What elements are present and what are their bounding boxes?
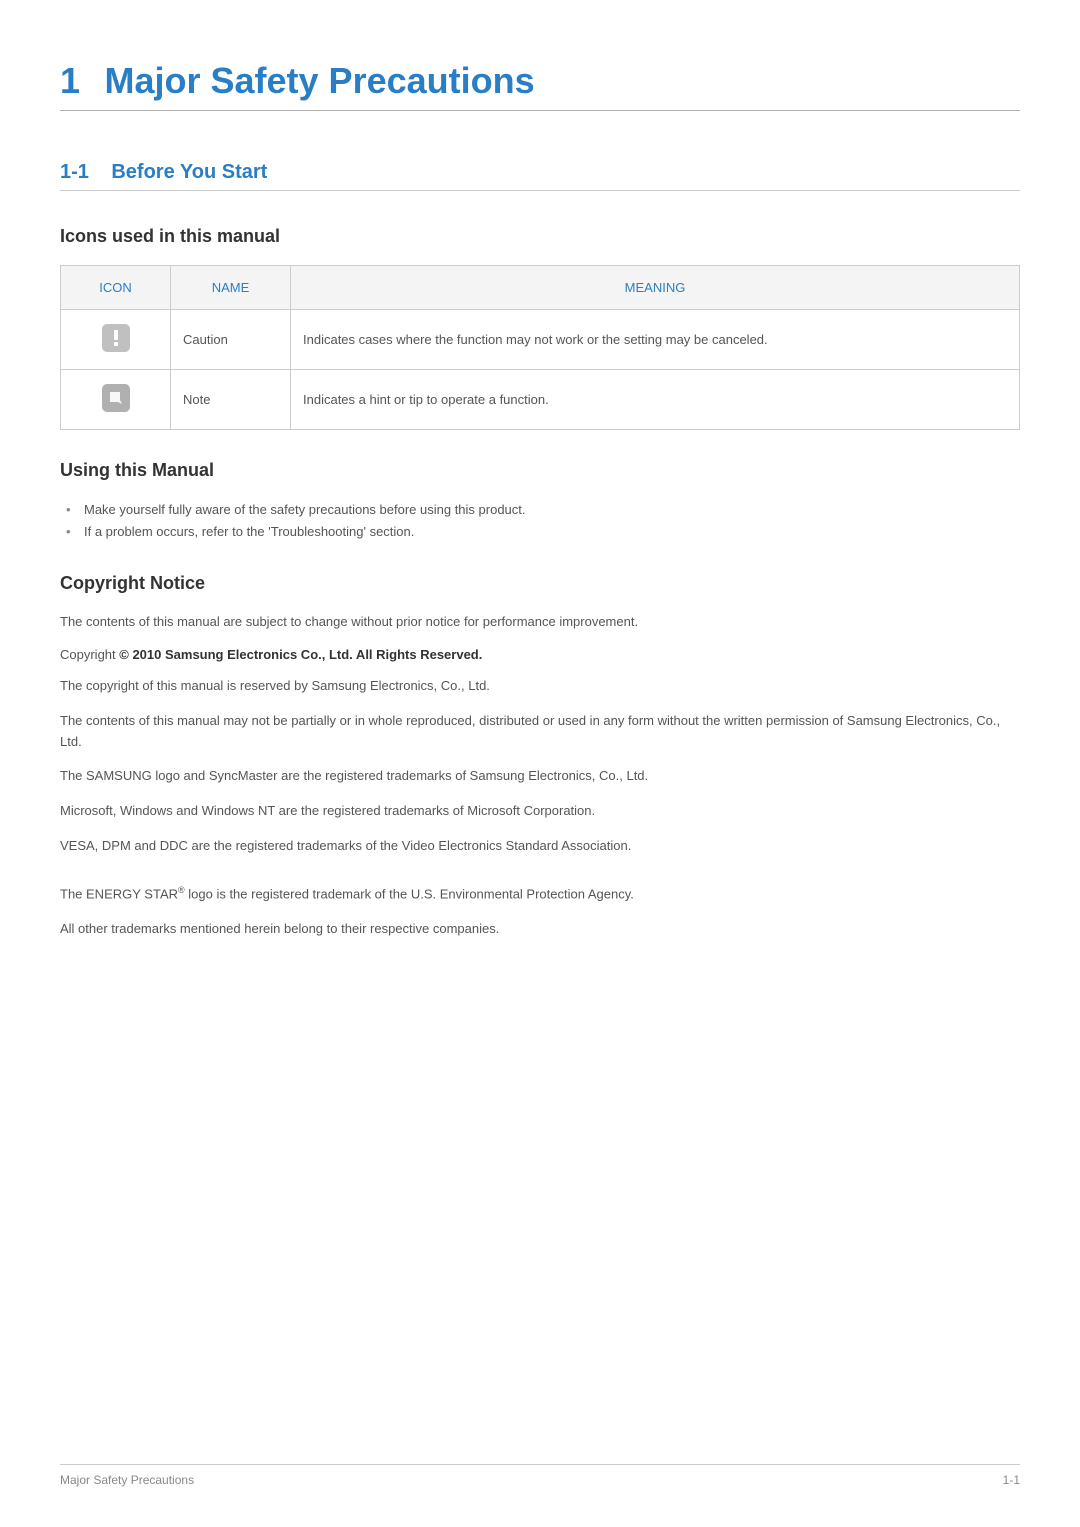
meaning-cell: Indicates cases where the function may n…: [291, 310, 1020, 370]
caution-icon: [102, 324, 130, 352]
copyright-intro: The contents of this manual are subject …: [60, 612, 1020, 633]
list-item: If a problem occurs, refer to the 'Troub…: [60, 521, 1020, 543]
copyright-prefix: Copyright: [60, 647, 119, 662]
paragraph: The copyright of this manual is reserved…: [60, 676, 1020, 697]
table-header-row: ICON NAME MEANING: [61, 266, 1020, 310]
copyright-line: Copyright © 2010 Samsung Electronics Co.…: [60, 647, 1020, 662]
header-meaning: MEANING: [291, 266, 1020, 310]
icon-cell-note: [61, 370, 171, 430]
paragraph: All other trademarks mentioned herein be…: [60, 919, 1020, 940]
energy-star-post: logo is the registered trademark of the …: [185, 886, 634, 901]
copyright-bold-text: 2010 Samsung Electronics Co., Ltd. All R…: [129, 647, 483, 662]
copyright-heading: Copyright Notice: [60, 573, 1020, 594]
chapter-title: Major Safety Precautions: [104, 60, 534, 101]
icons-table: ICON NAME MEANING Caution Indicates case…: [60, 265, 1020, 430]
paragraph: The contents of this manual may not be p…: [60, 711, 1020, 753]
footer-right: 1-1: [1003, 1473, 1020, 1487]
footer-left: Major Safety Precautions: [60, 1473, 194, 1487]
section-heading: 1-1 Before You Start: [60, 161, 1020, 191]
copyright-symbol: ©: [119, 647, 129, 662]
paragraph: VESA, DPM and DDC are the registered tra…: [60, 836, 1020, 857]
chapter-heading: 1 Major Safety Precautions: [60, 60, 1020, 111]
section-number: 1-1: [60, 161, 89, 183]
list-item: Make yourself fully aware of the safety …: [60, 499, 1020, 521]
energy-star-pre: The ENERGY STAR: [60, 886, 178, 901]
name-cell: Caution: [171, 310, 291, 370]
meaning-cell: Indicates a hint or tip to operate a fun…: [291, 370, 1020, 430]
using-manual-heading: Using this Manual: [60, 460, 1020, 481]
table-row: Note Indicates a hint or tip to operate …: [61, 370, 1020, 430]
header-name: NAME: [171, 266, 291, 310]
name-cell: Note: [171, 370, 291, 430]
paragraph: The SAMSUNG logo and SyncMaster are the …: [60, 766, 1020, 787]
header-icon: ICON: [61, 266, 171, 310]
chapter-number: 1: [60, 60, 80, 101]
paragraph: Microsoft, Windows and Windows NT are th…: [60, 801, 1020, 822]
using-manual-list: Make yourself fully aware of the safety …: [60, 499, 1020, 543]
icons-used-heading: Icons used in this manual: [60, 226, 1020, 247]
energy-star-paragraph: The ENERGY STAR® logo is the registered …: [60, 883, 1020, 905]
icon-cell-caution: [61, 310, 171, 370]
table-row: Caution Indicates cases where the functi…: [61, 310, 1020, 370]
note-icon: [102, 384, 130, 412]
section-title: Before You Start: [111, 161, 267, 183]
page-footer: Major Safety Precautions 1-1: [60, 1464, 1020, 1487]
registered-symbol: ®: [178, 885, 185, 895]
